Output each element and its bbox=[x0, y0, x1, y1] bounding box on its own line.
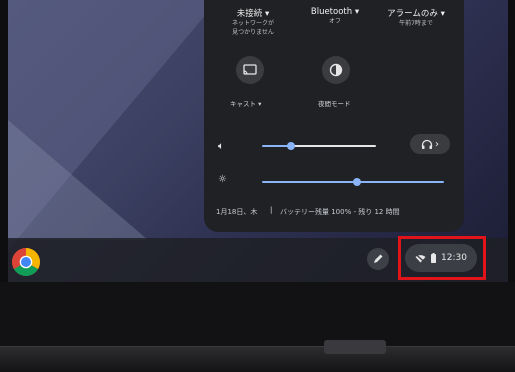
volume-slider-track bbox=[291, 145, 376, 147]
laptop-frame: 未接続 ▾ ネットワークが 見つかりません Bluetooth ▾ オフ アラー… bbox=[0, 0, 515, 372]
cast-label: キャスト ▾ bbox=[230, 100, 262, 108]
footer-separator: | bbox=[270, 206, 273, 214]
bluetooth-title: Bluetooth ▾ bbox=[310, 7, 360, 17]
volume-slider[interactable] bbox=[262, 140, 376, 152]
audio-settings-button[interactable]: › bbox=[410, 134, 450, 154]
wallpaper-shape bbox=[8, 120, 148, 240]
network-subtitle: 見つかりません bbox=[232, 29, 274, 36]
bluetooth-subtitle: オフ bbox=[328, 18, 341, 25]
bluetooth-status[interactable]: Bluetooth ▾ オフ bbox=[304, 8, 366, 26]
laptop-hinge bbox=[0, 346, 515, 372]
date-label: 1月18日、木 bbox=[216, 208, 258, 216]
brightness-slider-track bbox=[357, 181, 444, 183]
network-subtitle: ネットワークが bbox=[231, 20, 274, 27]
stylus-tools-button[interactable] bbox=[367, 248, 389, 270]
pen-icon bbox=[374, 254, 383, 263]
network-status[interactable]: 未接続 ▾ ネットワークが 見つかりません bbox=[222, 10, 284, 37]
headphones-icon bbox=[421, 139, 433, 149]
cast-button[interactable] bbox=[236, 56, 264, 84]
notification-status[interactable]: アラームのみ ▾ 午前7時まで bbox=[376, 10, 456, 28]
cast-icon bbox=[243, 64, 257, 75]
notification-title: アラームのみ ▾ bbox=[387, 9, 445, 19]
battery-status-label: バッテリー残量 100% - 残り 12 時間 bbox=[280, 208, 400, 216]
notification-subtitle: 午前7時まで bbox=[399, 20, 433, 27]
volume-icon[interactable]: 🔈︎ bbox=[218, 141, 224, 152]
night-mode-button[interactable] bbox=[322, 56, 350, 84]
brightness-icon[interactable]: ☼ bbox=[218, 174, 227, 185]
quick-settings-panel: 未接続 ▾ ネットワークが 見つかりません Bluetooth ▾ オフ アラー… bbox=[204, 0, 464, 232]
chrome-browser-icon[interactable] bbox=[11, 247, 41, 277]
night-mode-icon bbox=[329, 63, 343, 77]
brightness-slider-thumb[interactable] bbox=[353, 178, 361, 186]
chevron-right-icon: › bbox=[435, 138, 439, 150]
network-title: 未接続 ▾ bbox=[236, 9, 270, 19]
highlight-box bbox=[398, 236, 486, 280]
volume-slider-thumb[interactable] bbox=[287, 142, 295, 150]
brightness-slider-fill bbox=[262, 181, 357, 183]
brightness-slider[interactable] bbox=[262, 176, 444, 188]
hinge-tab bbox=[324, 340, 386, 354]
night-mode-label: 夜間モード bbox=[318, 100, 351, 108]
